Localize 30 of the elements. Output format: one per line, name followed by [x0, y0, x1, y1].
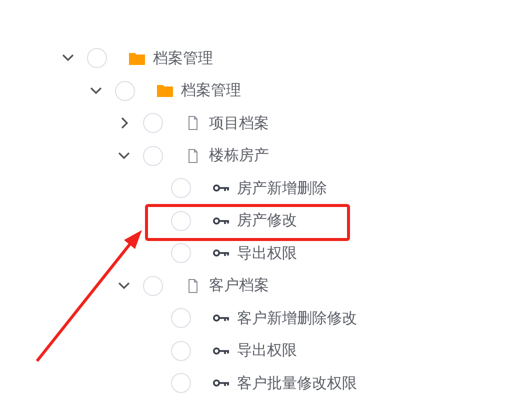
radio-button[interactable]: [171, 178, 191, 198]
radio-button[interactable]: [171, 243, 191, 264]
tree-item-label[interactable]: 客户批量修改权限: [237, 374, 357, 393]
key-icon: [213, 184, 229, 192]
tree-item-label[interactable]: 客户新增删除修改: [237, 308, 357, 328]
radio-button[interactable]: [143, 113, 163, 134]
folder-icon: [129, 52, 145, 65]
key-icon: [213, 216, 229, 225]
key-icon: [213, 249, 229, 258]
tree-item-label[interactable]: 导出权限: [237, 341, 297, 360]
tree-item-label[interactable]: 档案管理: [181, 81, 241, 100]
tree-item-label[interactable]: 客户档案: [209, 276, 269, 296]
tree-item-label[interactable]: 档案管理: [153, 48, 213, 68]
radio-button[interactable]: [87, 48, 107, 68]
tree-item-label[interactable]: 项目档案: [209, 114, 269, 133]
tree-item-label[interactable]: 房产新增删除: [237, 178, 327, 198]
key-icon: [213, 346, 229, 355]
tree-item-label[interactable]: 房产修改: [237, 211, 297, 230]
radio-button[interactable]: [171, 308, 191, 328]
radio-button[interactable]: [115, 80, 135, 101]
radio-button[interactable]: [171, 373, 191, 394]
tree-item-label[interactable]: 导出权限: [237, 244, 297, 263]
radio-button[interactable]: [171, 210, 191, 231]
key-icon: [213, 314, 229, 322]
radio-button[interactable]: [143, 146, 163, 166]
key-icon: [213, 379, 229, 388]
tree-item-label[interactable]: 楼栋房产: [209, 146, 269, 166]
radio-button[interactable]: [171, 340, 191, 361]
radio-button[interactable]: [143, 276, 163, 296]
folder-icon: [157, 84, 173, 98]
